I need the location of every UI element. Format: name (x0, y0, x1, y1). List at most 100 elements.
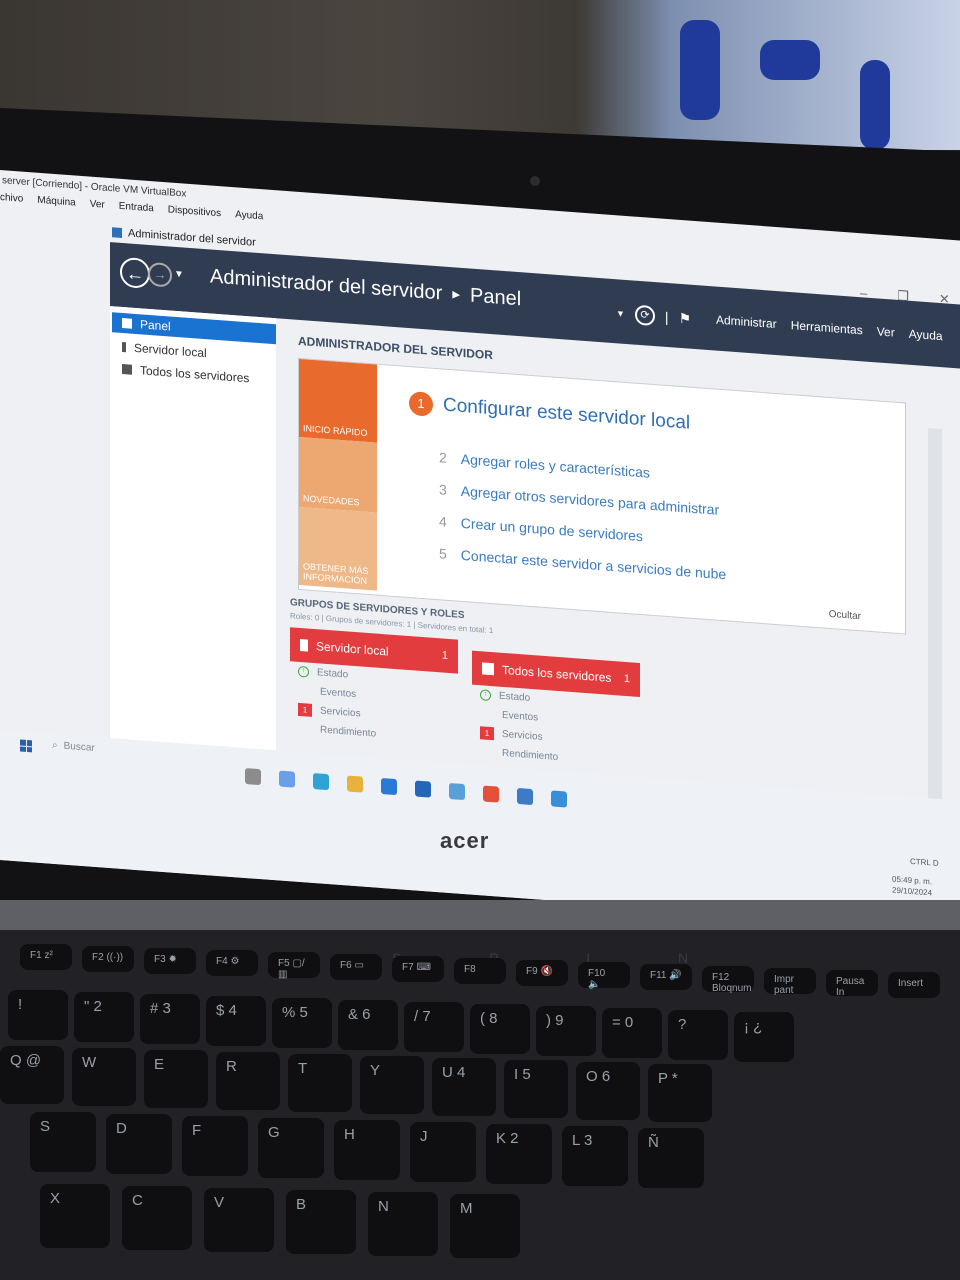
notifications-flag-icon[interactable]: ⚑ (679, 309, 692, 327)
taskbar-apps (245, 767, 567, 808)
taskbar-clock[interactable]: 05:49 p. m. 29/10/2024 (892, 874, 932, 899)
vb-menu-entrada[interactable]: Entrada (119, 201, 154, 215)
step-number: 2 (439, 449, 447, 466)
curtain-pattern (680, 20, 720, 120)
keyboard-key: F3 ✹ (144, 948, 196, 974)
brave-icon[interactable] (483, 785, 499, 803)
nav-history-dropdown-icon[interactable]: ▼ (174, 269, 184, 281)
step-link[interactable]: Crear un grupo de servidores (461, 515, 643, 544)
file-explorer-icon[interactable] (347, 775, 363, 793)
row-label: Servicios (502, 728, 543, 743)
tile-inicio-rapido[interactable]: INICIO RÁPIDO (299, 358, 377, 443)
menu-herramientas[interactable]: Herramientas (791, 318, 863, 337)
keyboard-key: L 3 (562, 1126, 628, 1186)
breadcrumb: Administrador del servidor ▶ Panel (210, 265, 521, 311)
keyboard-key: W (72, 1048, 136, 1106)
keyboard-key: F12 Bloqnum (702, 966, 754, 994)
keyboard-key: ( 8 (470, 1004, 530, 1054)
status-ok-icon: ↑ (298, 665, 309, 678)
quick-start-step-4[interactable]: 4 Crear un grupo de servidores (439, 513, 643, 544)
sidebar-item-label: Todos los servidores (140, 363, 250, 386)
virtualbox-icon[interactable] (551, 790, 567, 808)
status-empty (298, 728, 312, 729)
step-number: 5 (439, 545, 447, 562)
keyboard-key: D (106, 1114, 172, 1174)
keyboard-key: S (30, 1112, 96, 1172)
hide-link[interactable]: Ocultar (829, 609, 861, 622)
breadcrumb-arrow-icon: ▶ (452, 289, 461, 301)
curtain-pattern (860, 60, 890, 150)
settings-icon[interactable] (449, 782, 465, 801)
step-link[interactable]: Conectar este servidor a servicios de nu… (461, 547, 726, 582)
menu-ayuda[interactable]: Ayuda (909, 327, 943, 343)
back-arrow-icon[interactable]: ← (120, 256, 150, 290)
quick-start-step-2[interactable]: 2 Agregar roles y características (439, 449, 650, 480)
step-link[interactable]: Configurar este servidor local (443, 395, 690, 435)
keyboard-key: # 3 (140, 994, 200, 1044)
store-icon[interactable] (381, 777, 397, 796)
vb-menu-ayuda[interactable]: Ayuda (235, 209, 263, 222)
search-icon: ⌕ (52, 739, 58, 752)
quick-start-step-1[interactable]: 1 Configurar este servidor local (409, 391, 690, 436)
mail-icon[interactable] (415, 780, 431, 798)
keyboard-key: F8 (454, 958, 506, 984)
keyboard-key: R (216, 1052, 280, 1110)
breadcrumb-root[interactable]: Administrador del servidor (210, 265, 442, 305)
keyboard-key: F10 🔈 (578, 962, 630, 990)
quick-start-step-3[interactable]: 3 Agregar otros servidores para administ… (439, 481, 719, 518)
status-ok-icon: ↑ (480, 689, 491, 702)
vb-menu-ver[interactable]: Ver (90, 199, 105, 211)
edge-icon[interactable] (313, 772, 329, 791)
vb-menu-archivo[interactable]: chivo (0, 192, 23, 205)
keyboard-key: T (288, 1054, 352, 1112)
sidebar: Panel Servidor local Todos los servidore… (110, 306, 276, 759)
keyboard-key: C (122, 1186, 192, 1250)
task-view-icon[interactable] (245, 767, 261, 786)
vb-menu-maquina[interactable]: Máquina (37, 195, 75, 209)
laptop-screen: server [Corriendo] - Oracle VM VirtualBo… (0, 170, 960, 932)
row-label: Estado (499, 690, 531, 704)
keyboard-key: Q @ (0, 1046, 64, 1104)
app-icon[interactable] (517, 787, 533, 806)
server-manager-icon (112, 227, 122, 238)
keyboard-key: F7 ⌨ (392, 956, 444, 982)
keyboard-key: / 7 (404, 1002, 464, 1052)
copilot-icon[interactable] (279, 770, 295, 788)
menu-ver[interactable]: Ver (877, 324, 895, 339)
keyboard-key: M (450, 1194, 520, 1258)
header-tools: ▼ ⟳ | ⚑ (616, 303, 691, 329)
clock-date: 29/10/2024 (892, 885, 933, 898)
step-link[interactable]: Agregar otros servidores para administra… (461, 483, 719, 518)
taskbar-search[interactable]: ⌕ Buscar (52, 740, 95, 754)
sidebar-item-label: Panel (140, 317, 171, 334)
alert-count-badge: 1 (480, 726, 494, 741)
step-number: 4 (439, 513, 447, 530)
status-empty (298, 690, 312, 691)
keyboard-key: O 6 (576, 1062, 640, 1120)
menu-administrar[interactable]: Administrar (716, 313, 777, 331)
keyboard-key: V (204, 1188, 274, 1252)
keyboard-key: K 2 (486, 1124, 552, 1184)
keyboard-key: U 4 (432, 1058, 496, 1116)
refresh-icon[interactable]: ⟳ (634, 304, 655, 327)
alert-count-badge: 1 (298, 702, 312, 717)
breadcrumb-current: Panel (470, 284, 522, 311)
quick-start-step-5[interactable]: 5 Conectar este servidor a servicios de … (439, 545, 726, 582)
tile-novedades[interactable]: NOVEDADES (299, 436, 377, 513)
refresh-dropdown-icon[interactable]: ▼ (616, 308, 625, 319)
keyboard-key: Ñ (638, 1128, 704, 1188)
step-link[interactable]: Agregar roles y características (461, 451, 650, 481)
card-title: Todos los servidores (502, 662, 612, 685)
row-label: Eventos (320, 686, 357, 701)
windows-start-icon[interactable] (20, 739, 32, 753)
row-label: Rendimiento (502, 747, 559, 763)
vertical-scrollbar[interactable] (928, 428, 942, 850)
tile-obtener-mas-informacion[interactable]: OBTENER MÁS INFORMACIÓN (299, 506, 377, 591)
forward-arrow-icon[interactable]: → (148, 261, 172, 288)
vb-menu-dispositivos[interactable]: Dispositivos (168, 204, 221, 219)
keyboard-key: ¡ ¿ (734, 1012, 794, 1062)
status-empty (480, 714, 494, 715)
servers-icon (482, 662, 494, 676)
status-empty (480, 752, 494, 753)
keyboard-key: B (286, 1190, 356, 1254)
